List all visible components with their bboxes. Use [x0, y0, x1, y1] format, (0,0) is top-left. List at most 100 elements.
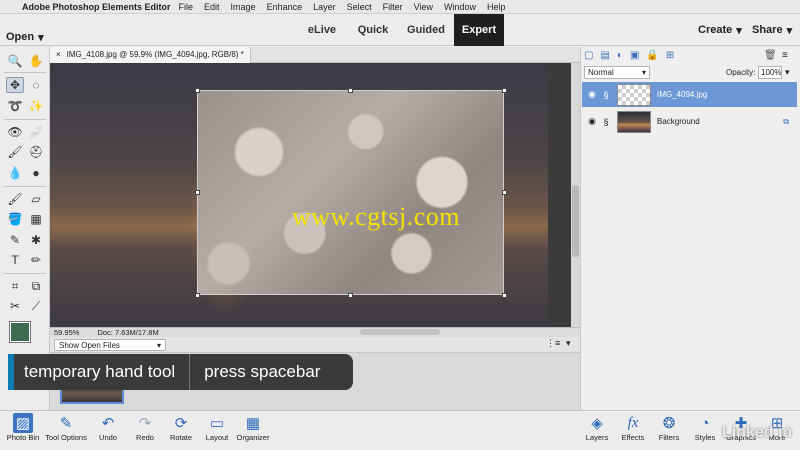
- eye-icon[interactable]: ◉: [585, 89, 599, 100]
- straighten-tool-icon[interactable]: ⟋: [27, 298, 45, 314]
- share-label: Share: [752, 24, 783, 36]
- tab-quick[interactable]: Quick: [350, 14, 396, 46]
- transform-handle[interactable]: [348, 293, 353, 298]
- move-tool-icon[interactable]: ✥: [6, 77, 24, 93]
- new-group-icon[interactable]: ▤: [600, 50, 609, 62]
- open-button[interactable]: Open ▾: [6, 30, 44, 44]
- eye-redeye-tool-icon[interactable]: 👁: [6, 124, 24, 140]
- doc-size-readout: Doc: 7.63M/17.8M: [97, 328, 159, 337]
- hand-tool-icon[interactable]: ✋: [27, 53, 45, 69]
- vertical-scroll-thumb[interactable]: [572, 185, 579, 257]
- lasso-tool-icon[interactable]: ➰: [6, 98, 24, 114]
- horizontal-scroll-thumb[interactable]: [360, 329, 440, 335]
- spot-healing-icon[interactable]: 🩹: [27, 124, 45, 140]
- chevron-down-icon[interactable]: ▾: [785, 67, 790, 78]
- mask-icon[interactable]: ▣: [630, 50, 639, 62]
- type-tool-icon[interactable]: T: [6, 252, 24, 268]
- bin-menu-icon[interactable]: ⋮≡: [546, 338, 560, 349]
- create-button[interactable]: Create ▾: [698, 14, 742, 46]
- recompose-tool-icon[interactable]: ⧉: [27, 278, 45, 294]
- blur-tool-icon[interactable]: 💧: [6, 165, 24, 181]
- zoom-tool-icon[interactable]: 🔍: [6, 53, 24, 69]
- clone-stamp-icon[interactable]: ⛑: [27, 144, 45, 160]
- transform-handle[interactable]: [195, 293, 200, 298]
- photo-bin-button[interactable]: ▨ Photo Bin: [0, 413, 46, 442]
- photo-bin-label: Photo Bin: [6, 433, 40, 442]
- link-icon[interactable]: §: [599, 90, 613, 100]
- menu-select[interactable]: Select: [347, 2, 372, 12]
- transform-handle[interactable]: [502, 293, 507, 298]
- shells-layer-image[interactable]: [197, 90, 504, 295]
- new-layer-icon[interactable]: ▢: [584, 50, 593, 62]
- chevron-down-icon[interactable]: ▾: [566, 338, 571, 349]
- brush-tool-icon[interactable]: 🖌: [6, 191, 24, 207]
- content-aware-move-icon[interactable]: ✂: [6, 298, 24, 314]
- create-label: Create: [698, 24, 733, 36]
- photo-bin-bar: Show Open Files ▾ ⋮≡ ▾: [50, 337, 580, 353]
- gradient-tool-icon[interactable]: ▦: [27, 211, 45, 227]
- blend-mode-select[interactable]: Normal ▾: [584, 66, 650, 79]
- lock-icon[interactable]: 🔒: [646, 50, 658, 62]
- eye-icon[interactable]: ◉: [585, 116, 599, 127]
- crop-tool-icon[interactable]: ⌗: [6, 278, 24, 294]
- tab-expert[interactable]: Expert: [454, 14, 504, 46]
- layer-name: Background: [657, 117, 700, 126]
- share-button[interactable]: Share ▾: [752, 14, 792, 46]
- menu-filter[interactable]: Filter: [383, 2, 403, 12]
- eyedropper-icon[interactable]: ✎: [6, 232, 24, 248]
- mac-menubar: Adobe Photoshop Elements Editor File Edi…: [0, 0, 800, 14]
- transform-handle[interactable]: [195, 88, 200, 93]
- tab-guided[interactable]: Guided: [402, 14, 450, 46]
- foreground-color-swatch[interactable]: [9, 321, 31, 343]
- tab-elive[interactable]: eLive: [300, 14, 344, 46]
- background-lock-icon[interactable]: ⧉: [783, 117, 789, 127]
- filters-label: Filters: [658, 433, 680, 442]
- filters-icon: ❂: [662, 415, 676, 432]
- styles-icon: ◔: [700, 414, 710, 432]
- menu-enhance[interactable]: Enhance: [267, 2, 303, 12]
- transform-handle[interactable]: [348, 88, 353, 93]
- adjustment-layer-icon[interactable]: ◐: [617, 50, 623, 62]
- document-tab[interactable]: × IMG_4108.jpg @ 59.9% (IMG_4094.jpg, RG…: [50, 46, 251, 63]
- transform-handle[interactable]: [195, 190, 200, 195]
- divider: [4, 72, 46, 73]
- menu-window[interactable]: Window: [444, 2, 476, 12]
- organizer-button[interactable]: ▦ Organizer: [230, 413, 276, 442]
- custom-shape-icon[interactable]: ✱: [27, 232, 45, 248]
- styles-label: Styles: [694, 433, 716, 442]
- panel-menu-icon[interactable]: ≡: [782, 50, 788, 61]
- transform-handle[interactable]: [502, 88, 507, 93]
- organizer-label: Organizer: [236, 433, 270, 442]
- menu-file[interactable]: File: [179, 2, 194, 12]
- layer-row-img4094[interactable]: ◉ § IMG_4094.jpg: [582, 82, 797, 107]
- sponge-tool-icon[interactable]: ●: [27, 165, 45, 181]
- paint-bucket-icon[interactable]: 🪣: [6, 211, 24, 227]
- trash-icon[interactable]: 🗑: [764, 50, 777, 61]
- opacity-label: Opacity:: [726, 68, 756, 77]
- menu-layer[interactable]: Layer: [313, 2, 336, 12]
- layer-thumbnail: [617, 83, 651, 106]
- chevron-down-icon: ▾: [38, 31, 44, 44]
- menu-help[interactable]: Help: [487, 2, 506, 12]
- transform-handle[interactable]: [502, 190, 507, 195]
- magic-wand-icon[interactable]: ✨: [27, 98, 45, 114]
- tool-options-button[interactable]: ✎ Tool Options: [43, 413, 89, 442]
- marquee-tool-icon[interactable]: ◌: [27, 77, 45, 93]
- watermark-text: www.cgtsj.com: [292, 202, 461, 231]
- menu-edit[interactable]: Edit: [204, 2, 220, 12]
- photo-bin-select[interactable]: Show Open Files ▾: [54, 339, 166, 351]
- menu-view[interactable]: View: [414, 2, 433, 12]
- smart-brush-icon[interactable]: 🖌: [6, 144, 24, 160]
- close-icon[interactable]: ×: [56, 50, 61, 59]
- link-icon[interactable]: §: [599, 117, 613, 127]
- menu-image[interactable]: Image: [231, 2, 256, 12]
- eraser-tool-icon[interactable]: ▱: [27, 191, 45, 207]
- layer-thumbnail: [617, 110, 651, 133]
- opacity-field[interactable]: 100%: [758, 66, 782, 79]
- app-name[interactable]: Adobe Photoshop Elements Editor: [22, 2, 171, 12]
- effects-label: Effects: [621, 433, 645, 442]
- effects-icon: fx: [627, 414, 639, 431]
- pencil-tool-icon[interactable]: ✏: [27, 252, 45, 268]
- layer-row-background[interactable]: ◉ § Background ⧉: [582, 109, 797, 134]
- lock-all-icon[interactable]: ⊞: [666, 50, 674, 62]
